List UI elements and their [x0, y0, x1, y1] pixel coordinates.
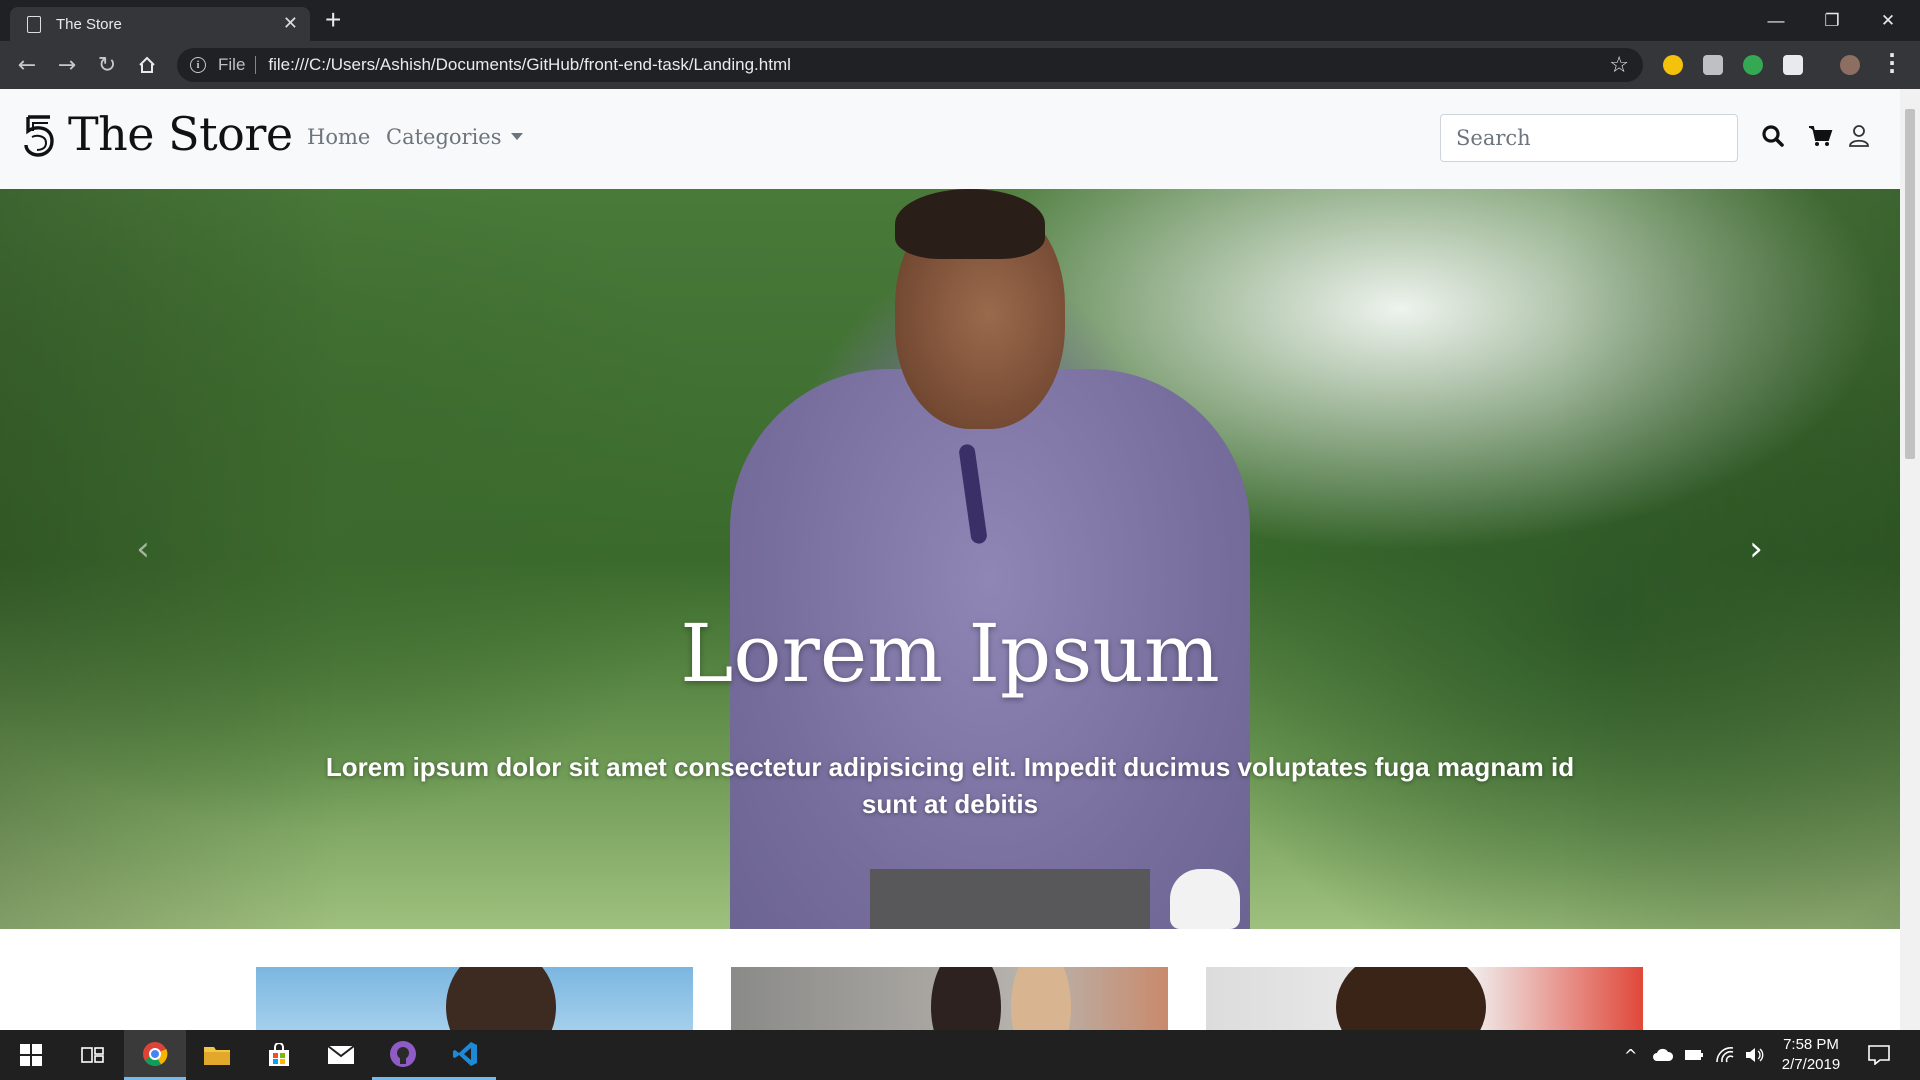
clock-time: 7:58 PM [1783, 1036, 1839, 1053]
card-image-figure [1011, 967, 1071, 1030]
extension-icon[interactable] [1703, 55, 1723, 75]
github-desktop-icon[interactable] [372, 1030, 434, 1080]
restore-button[interactable]: ❐ [1804, 0, 1860, 41]
forward-icon[interactable]: → [48, 41, 86, 89]
scrollbar-thumb[interactable] [1905, 109, 1915, 459]
scheme-label: File [218, 55, 246, 74]
carousel-next-icon[interactable]: › [1741, 532, 1771, 566]
extension-icon[interactable] [1663, 55, 1683, 75]
chrome-icon[interactable] [124, 1030, 186, 1080]
extension-icon[interactable] [1783, 55, 1803, 75]
extension-icon[interactable] [1743, 55, 1763, 75]
info-icon[interactable]: i [190, 57, 206, 73]
search-icon[interactable] [1760, 123, 1786, 149]
taskbar-clock[interactable]: 7:58 PM 2/7/2019 [1766, 1035, 1856, 1075]
vscode-icon[interactable] [434, 1030, 496, 1080]
menu-icon[interactable]: · · · [1885, 45, 1899, 81]
minimize-button[interactable]: — [1748, 0, 1804, 41]
profile-avatar[interactable] [1840, 55, 1860, 75]
file-explorer-icon[interactable] [186, 1030, 248, 1080]
search-input[interactable] [1440, 114, 1738, 162]
product-card-image[interactable] [731, 967, 1168, 1030]
windows-taskbar: ^ 7:58 PM 2/7/2019 [0, 1030, 1920, 1080]
brand-name: The Store [68, 107, 293, 161]
task-view-icon[interactable] [62, 1030, 124, 1080]
tab-title: The Store [56, 15, 122, 33]
hero-title: Lorem Ipsum [680, 607, 1220, 700]
product-cards [0, 967, 1900, 1030]
url-text[interactable]: file:///C:/Users/Ashish/Documents/GitHub… [268, 55, 1609, 75]
carousel-prev-icon[interactable]: ‹ [128, 532, 158, 566]
bookmark-star-icon[interactable]: ☆ [1609, 53, 1629, 78]
nav-categories-label: Categories [386, 125, 502, 149]
browser-toolbar: ← → ↻ i File file:///C:/Users/Ashish/Doc… [0, 41, 1920, 89]
clock-date: 2/7/2019 [1781, 1056, 1841, 1073]
close-window-button[interactable]: ✕ [1860, 0, 1916, 41]
brand-logo-icon [24, 115, 54, 157]
page-viewport: The Store Home Categories ‹ › Lorem Ipsu… [0, 89, 1900, 1030]
home-icon[interactable] [128, 41, 166, 89]
hero-caption: Lorem ipsum dolor sit amet consectetur a… [325, 752, 1575, 819]
nav-home-link[interactable]: Home [307, 125, 370, 149]
browser-tab[interactable]: The Store ✕ [10, 7, 310, 41]
onedrive-icon[interactable] [1652, 1030, 1674, 1080]
tray-chevron-icon[interactable]: ^ [1624, 1030, 1637, 1080]
address-bar[interactable]: i File file:///C:/Users/Ashish/Documents… [177, 48, 1643, 82]
product-card-image[interactable] [1206, 967, 1643, 1030]
reload-icon[interactable]: ↻ [88, 41, 126, 89]
tab-close-icon[interactable]: ✕ [283, 15, 298, 33]
brand[interactable]: The Store [22, 107, 293, 161]
mail-icon[interactable] [310, 1030, 372, 1080]
battery-icon[interactable] [1684, 1030, 1704, 1080]
site-navbar: The Store Home Categories [0, 89, 1900, 189]
product-card-image[interactable] [256, 967, 693, 1030]
wifi-icon[interactable] [1715, 1030, 1735, 1080]
address-separator [255, 56, 257, 74]
user-icon[interactable] [1846, 123, 1872, 149]
windows-start-icon[interactable] [0, 1030, 62, 1080]
new-tab-button[interactable]: + [325, 6, 341, 34]
back-icon[interactable]: ← [8, 41, 46, 89]
page-icon [27, 15, 41, 33]
card-image-figure [931, 967, 1001, 1030]
volume-icon[interactable] [1745, 1030, 1765, 1080]
cart-icon[interactable] [1807, 123, 1833, 149]
chevron-down-icon [510, 133, 523, 140]
card-image-figure [446, 967, 556, 1030]
card-image-figure [1336, 967, 1486, 1030]
store-icon[interactable] [248, 1030, 310, 1080]
browser-tabstrip: The Store ✕ + — ❐ ✕ [0, 0, 1920, 41]
page-scrollbar[interactable] [1900, 89, 1920, 1030]
hero-carousel: ‹ › Lorem Ipsum Lorem ipsum dolor sit am… [0, 189, 1900, 929]
nav-categories-dropdown[interactable]: Categories [386, 125, 523, 149]
notifications-icon[interactable] [1868, 1030, 1890, 1080]
